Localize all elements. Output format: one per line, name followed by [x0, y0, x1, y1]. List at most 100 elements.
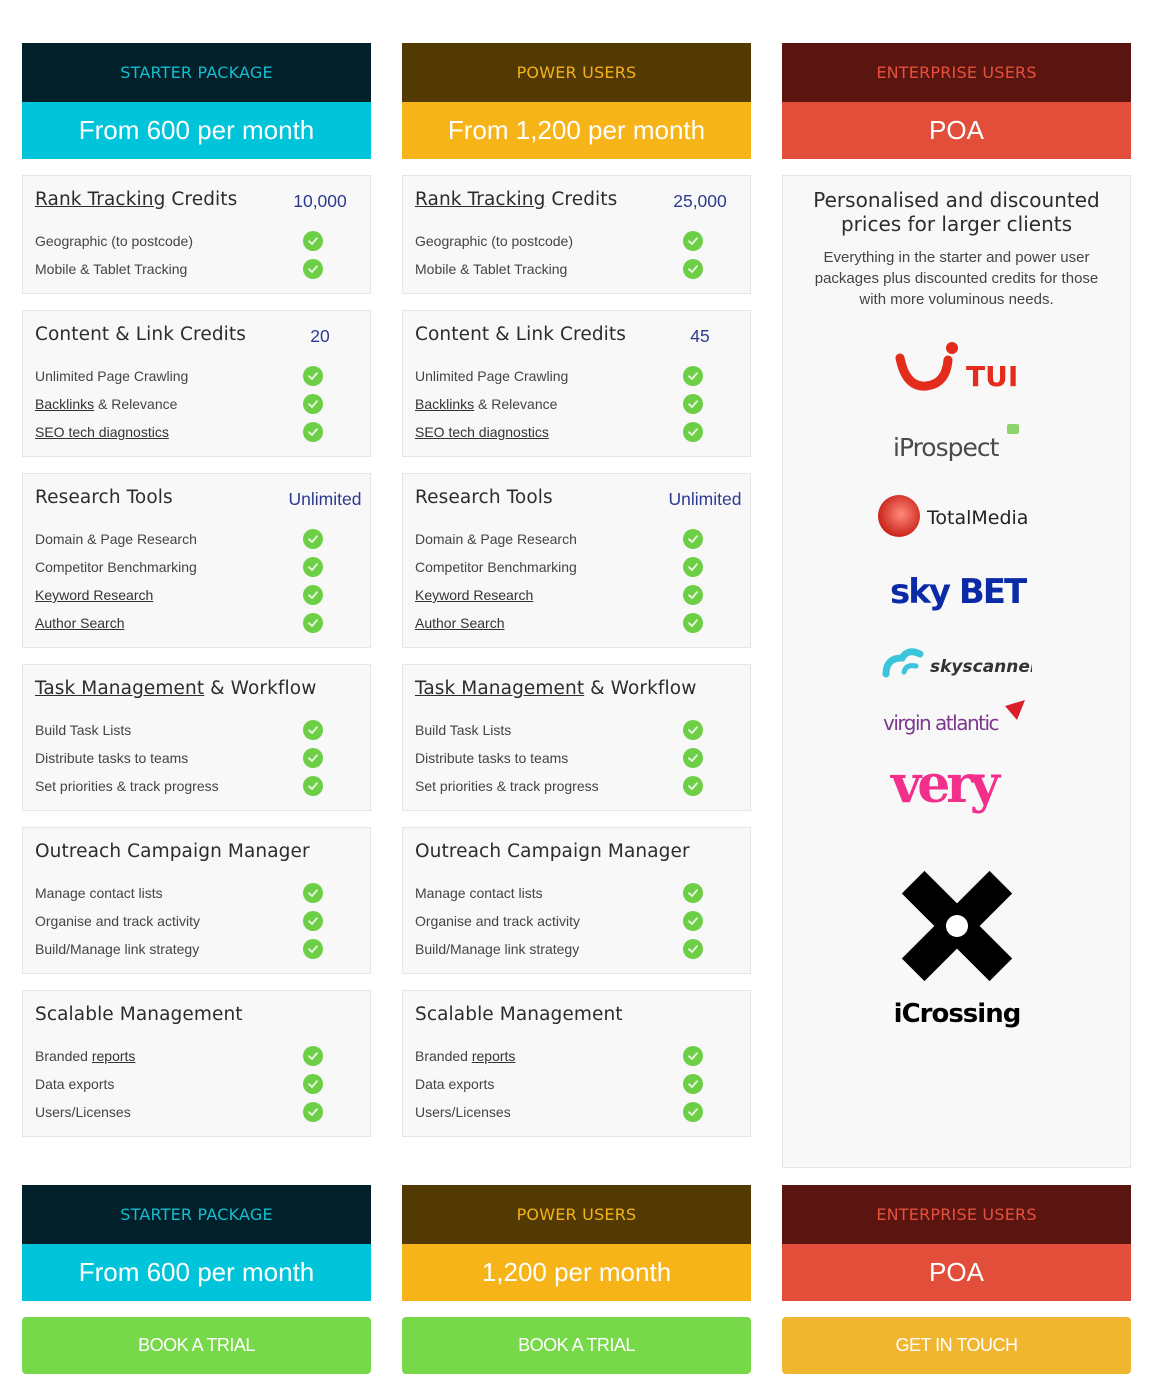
plan-name: STARTER PACKAGE — [22, 43, 371, 102]
check-icon — [683, 720, 703, 740]
check-icon — [683, 911, 703, 931]
footer-plan-price: 1,200 per month — [402, 1244, 751, 1301]
section-header: Content & Link Credits 45 — [415, 324, 738, 362]
feature-link[interactable]: reports — [472, 1048, 516, 1064]
feature-label: Data exports — [415, 1076, 494, 1092]
feature-text: Mobile & Tablet Tracking — [415, 261, 568, 277]
section-title-link[interactable]: Rank Tracking — [415, 189, 545, 210]
tui-logo: TUI — [892, 338, 1022, 398]
check-icon — [303, 394, 323, 414]
skyscanner-logo: skyscanner — [882, 642, 1032, 682]
feature-label: Branded reports — [35, 1048, 135, 1064]
check-icon — [303, 1102, 323, 1122]
feature-row: Backlinks & Relevance — [35, 390, 358, 418]
feature-row: Competitor Benchmarking — [35, 553, 358, 581]
footer-plan-name: POWER USERS — [402, 1185, 751, 1244]
feature-link[interactable]: Author Search — [35, 615, 125, 631]
feature-link[interactable]: Author Search — [415, 615, 505, 631]
skybet-logo: sky BET — [882, 566, 1032, 618]
feature-row: Organise and track activity — [35, 907, 358, 935]
check-icon — [683, 939, 703, 959]
check-icon — [683, 259, 703, 279]
iprospect-logo: iProspect — [887, 420, 1027, 468]
feature-label: SEO tech diagnostics — [35, 424, 169, 440]
section-header: Task Management & Workflow — [415, 678, 738, 716]
section-header: Research Tools Unlimited — [35, 487, 361, 525]
section-credit-value: 20 — [310, 326, 330, 346]
svg-text:skyscanner: skyscanner — [930, 657, 1032, 677]
enterprise-headline: Personalised and discounted prices for l… — [813, 188, 1100, 236]
section-title: Task Management & Workflow — [35, 678, 316, 699]
book-trial-button[interactable]: BOOK A TRIAL — [402, 1317, 751, 1374]
feature-label: Competitor Benchmarking — [415, 559, 577, 575]
feature-label: Manage contact lists — [415, 885, 543, 901]
feature-text: Users/Licenses — [415, 1104, 511, 1120]
feature-row: Keyword Research — [35, 581, 358, 609]
feature-text: Domain & Page Research — [415, 531, 577, 547]
feature-row: Users/Licenses — [415, 1098, 738, 1126]
feature-row: Keyword Research — [415, 581, 738, 609]
feature-row: Domain & Page Research — [415, 525, 738, 553]
check-icon — [303, 613, 323, 633]
check-icon — [683, 231, 703, 251]
check-icon — [683, 1102, 703, 1122]
check-icon — [303, 1046, 323, 1066]
section-title-link[interactable]: Rank Tracking — [35, 189, 165, 210]
get-in-touch-button[interactable]: GET IN TOUCH — [782, 1317, 1131, 1374]
section-header: Task Management & Workflow — [35, 678, 358, 716]
feature-text: Build/Manage link strategy — [35, 941, 200, 957]
feature-link[interactable]: SEO tech diagnostics — [35, 424, 169, 440]
check-icon — [303, 366, 323, 386]
feature-row: Branded reports — [415, 1042, 738, 1070]
feature-text: Branded — [35, 1048, 92, 1064]
feature-row: Backlinks & Relevance — [415, 390, 738, 418]
feature-row: Mobile & Tablet Tracking — [35, 255, 358, 283]
section-title: Content & Link Credits — [35, 324, 246, 345]
check-icon — [683, 585, 703, 605]
section-credit-value: 25,000 — [673, 191, 727, 211]
feature-row: Set priorities & track progress — [415, 772, 738, 800]
feature-link[interactable]: Keyword Research — [35, 587, 153, 603]
feature-text: Users/Licenses — [35, 1104, 131, 1120]
feature-link[interactable]: SEO tech diagnostics — [415, 424, 549, 440]
feature-label: Author Search — [35, 615, 125, 631]
check-icon — [683, 422, 703, 442]
feature-link[interactable]: Keyword Research — [415, 587, 533, 603]
feature-label: Manage contact lists — [35, 885, 163, 901]
feature-text: Manage contact lists — [35, 885, 163, 901]
plan-name: POWER USERS — [402, 43, 751, 102]
plan-power: POWER USERS From 1,200 per month Rank Tr… — [402, 43, 751, 1137]
book-trial-button[interactable]: BOOK A TRIAL — [22, 1317, 371, 1374]
feature-link[interactable]: reports — [92, 1048, 136, 1064]
section-title-text: & Workflow — [584, 678, 697, 699]
section-credit-value: 10,000 — [293, 191, 347, 211]
feature-section-task-management-workflow: Task Management & Workflow Build Task Lis… — [22, 664, 371, 811]
section-title: Outreach Campaign Manager — [35, 841, 310, 862]
feature-section-scalable-management: Scalable Management Branded reports Data e… — [402, 990, 751, 1137]
section-title-text: Content & Link Credits — [415, 324, 627, 345]
feature-row: Manage contact lists — [415, 879, 738, 907]
icrossing-logo: iCrossing — [892, 864, 1022, 1034]
section-title-link[interactable]: Task Management — [415, 678, 584, 699]
feature-section-rank-tracking-credits: Rank Tracking Credits 25,000 Geographic (t… — [402, 175, 751, 294]
section-title-link[interactable]: Task Management — [35, 678, 204, 699]
svg-text:sky BET: sky BET — [890, 572, 1028, 612]
plan-price: POA — [782, 102, 1131, 159]
feature-label: Build Task Lists — [35, 722, 131, 738]
check-icon — [303, 259, 323, 279]
feature-section-outreach-campaign-manager: Outreach Campaign Manager Manage contact … — [402, 827, 751, 974]
svg-text:iProspect: iProspect — [893, 433, 1000, 462]
check-icon — [683, 748, 703, 768]
virgin-atlantic-logo: virgin atlantic — [877, 696, 1037, 740]
feature-section-scalable-management: Scalable Management Branded reports Data e… — [22, 990, 371, 1137]
feature-link[interactable]: Backlinks — [415, 396, 474, 412]
feature-section-content-link-credits: Content & Link Credits 20 Unlimited Page C… — [22, 310, 371, 457]
feature-label: Competitor Benchmarking — [35, 559, 197, 575]
feature-link[interactable]: Backlinks — [35, 396, 94, 412]
feature-label: Distribute tasks to teams — [415, 750, 568, 766]
section-header: Scalable Management — [415, 1004, 738, 1042]
section-title: Outreach Campaign Manager — [415, 841, 690, 862]
section-credit-value: Unlimited — [288, 489, 362, 509]
check-icon — [683, 529, 703, 549]
feature-label: Mobile & Tablet Tracking — [415, 261, 567, 277]
